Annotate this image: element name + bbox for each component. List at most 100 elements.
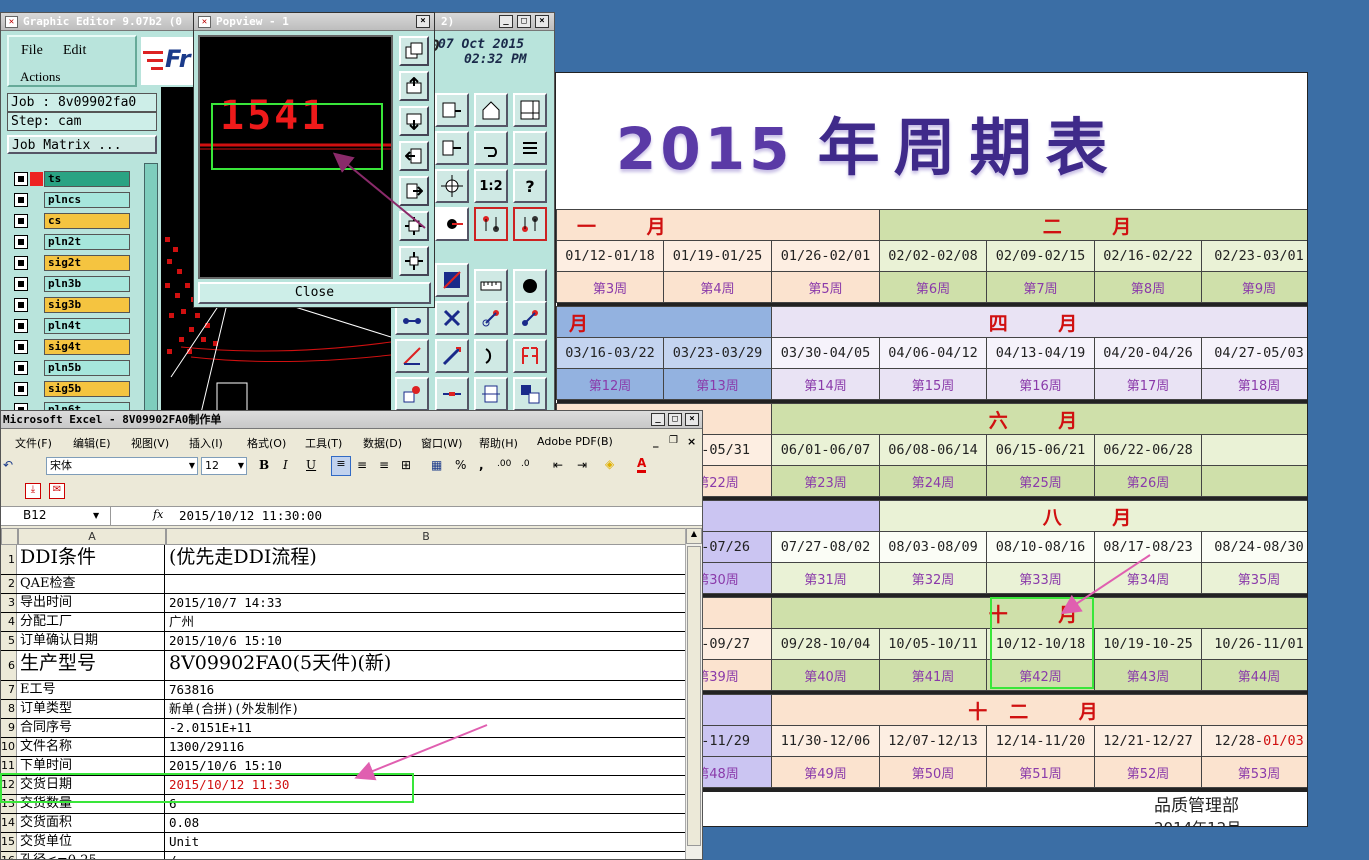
layer-name[interactable]: pln5b: [44, 360, 130, 376]
table-row[interactable]: 6 生产型号 8V09902FA0(5天件)(新): [1, 651, 686, 681]
layer-row[interactable]: sig4t: [10, 338, 134, 356]
cell-a[interactable]: 导出时间: [18, 594, 165, 612]
menu-window[interactable]: 窗口(W): [421, 435, 462, 451]
formula-input[interactable]: 2015/10/12 11:30:00: [179, 508, 322, 523]
cell-b[interactable]: 2015/10/6 15:10: [166, 632, 686, 650]
scroll-thumb[interactable]: [687, 546, 701, 846]
fx-icon[interactable]: fx: [153, 508, 163, 521]
table-row[interactable]: 7 E工号 763816: [1, 681, 686, 700]
layer-name[interactable]: plncs: [44, 192, 130, 208]
grid-tool-icon[interactable]: [513, 93, 547, 127]
decrease-decimal-icon[interactable]: .0: [521, 459, 530, 469]
draw-rect-tool-icon[interactable]: [435, 263, 469, 297]
row-number[interactable]: 8: [1, 700, 17, 718]
row-number[interactable]: 5: [1, 632, 17, 650]
table-row[interactable]: 10 文件名称 1300/29116: [1, 738, 686, 757]
font-color-icon[interactable]: A: [637, 456, 647, 473]
cell-a[interactable]: 合同序号: [18, 719, 165, 737]
cell-b[interactable]: Unit: [166, 833, 686, 851]
cell-b[interactable]: 新单(合拼)(外发制作): [166, 700, 686, 718]
layer-row[interactable]: cs: [10, 212, 134, 230]
cell-a[interactable]: 孔径<=0.25: [18, 852, 165, 859]
table-row[interactable]: 1 DDI条件 (优先走DDI流程): [1, 545, 686, 575]
menu-help[interactable]: 帮助(H): [479, 435, 518, 451]
align-right-icon[interactable]: ≡: [379, 458, 389, 472]
row-number[interactable]: 3: [1, 594, 17, 612]
menu-edit[interactable]: Edit: [63, 43, 86, 59]
cell-b[interactable]: (优先走DDI流程): [166, 545, 686, 574]
close-icon[interactable]: ×: [685, 413, 699, 426]
layer-name[interactable]: pln2t: [44, 234, 130, 250]
layer-row[interactable]: sig2t: [10, 254, 134, 272]
cell-a[interactable]: DDI条件: [18, 545, 165, 574]
currency-icon[interactable]: ▦: [431, 458, 442, 472]
row-number[interactable]: 4: [1, 613, 17, 631]
cell-b[interactable]: -2.0151E+11: [166, 719, 686, 737]
italic-icon[interactable]: I: [283, 458, 288, 472]
measure-tool-icon[interactable]: [435, 377, 469, 411]
layer-name[interactable]: sig3b: [44, 297, 130, 313]
layer-row[interactable]: pln4t: [10, 317, 134, 335]
menu-data[interactable]: 数据(D): [363, 435, 402, 451]
undo-icon[interactable]: ↶: [3, 458, 13, 472]
increase-indent-icon[interactable]: ⇥: [577, 458, 587, 472]
increase-decimal-icon[interactable]: .00: [497, 459, 511, 469]
table-row[interactable]: 15 交货单位 Unit: [1, 833, 686, 852]
menu-tools[interactable]: 工具(T): [305, 435, 342, 451]
underline-icon[interactable]: U: [306, 458, 316, 472]
delete-tool-icon[interactable]: [435, 301, 469, 335]
cell-a[interactable]: 生产型号: [18, 651, 165, 680]
group-tool-icon[interactable]: [513, 377, 547, 411]
comma-icon[interactable]: ,: [479, 458, 484, 472]
table-row[interactable]: 16孔径<=0.25/: [1, 852, 686, 859]
table-row[interactable]: 3 导出时间 2015/10/7 14:33: [1, 594, 686, 613]
cell-b[interactable]: 8V09902FA0(5天件)(新): [166, 651, 686, 680]
help-tool-icon[interactable]: ?: [513, 169, 547, 203]
cell-b[interactable]: 2015/10/7 14:33: [166, 594, 686, 612]
table-row[interactable]: 14 交货面积 0.08: [1, 814, 686, 833]
align-left-icon[interactable]: ≡: [331, 456, 351, 476]
cell-b[interactable]: 763816: [166, 681, 686, 699]
node-tool-icon[interactable]: [435, 207, 469, 241]
cell-a[interactable]: 订单类型: [18, 700, 165, 718]
cell-a[interactable]: 订单确认日期: [18, 632, 165, 650]
close-icon[interactable]: ×: [535, 15, 549, 28]
job-matrix-button[interactable]: Job Matrix ...: [7, 135, 157, 154]
name-box[interactable]: B12 ▼: [1, 507, 111, 525]
table-row[interactable]: 8 订单类型 新单(合拼)(外发制作): [1, 700, 686, 719]
row-number[interactable]: 14: [1, 814, 17, 832]
undo-tool-icon[interactable]: [474, 131, 508, 165]
excel-titlebar[interactable]: Microsoft Excel - 8V09902FA0制作单 _ □ ×: [1, 411, 702, 429]
row-number[interactable]: 9: [1, 719, 17, 737]
select-tool-icon[interactable]: [395, 377, 429, 411]
popview-pan-icon[interactable]: [399, 246, 429, 276]
menu-file[interactable]: File: [21, 43, 43, 59]
layer-name[interactable]: cs: [44, 213, 130, 229]
table-row[interactable]: 9 合同序号 -2.0151E+11: [1, 719, 686, 738]
popview-up-icon[interactable]: [399, 71, 429, 101]
doc-minimize-icon[interactable]: _: [653, 435, 659, 448]
popview-down-icon[interactable]: [399, 106, 429, 136]
doc-restore-icon[interactable]: ❐: [669, 435, 678, 446]
popview-left-icon[interactable]: [399, 141, 429, 171]
popview-close-button[interactable]: Close: [198, 282, 431, 304]
route-alt-tool-icon[interactable]: [513, 301, 547, 335]
cell-a[interactable]: 交货单位: [18, 833, 165, 851]
spreadsheet-grid[interactable]: A B 1 DDI条件 (优先走DDI流程) 2 QAE检查 3 导出时间 2015/10/7…: [1, 528, 686, 859]
row-number[interactable]: 10: [1, 738, 17, 756]
layer-name[interactable]: sig2t: [44, 255, 130, 271]
cell-b[interactable]: 广州: [166, 613, 686, 631]
cell-a[interactable]: 文件名称: [18, 738, 165, 756]
cell-a[interactable]: QAE检查: [18, 575, 165, 593]
maximize-icon[interactable]: □: [517, 15, 531, 28]
popview-screen[interactable]: 1541: [198, 35, 393, 279]
pdf-convert-icon[interactable]: ⤓: [25, 483, 41, 499]
row-number[interactable]: 15: [1, 833, 17, 851]
row-number[interactable]: 1: [1, 545, 17, 574]
scale-one-to-two-tool-icon[interactable]: 1:2: [474, 169, 508, 203]
menu-edit[interactable]: 编辑(E): [73, 435, 111, 451]
layer-row[interactable]: ts: [10, 170, 134, 188]
scroll-up-icon[interactable]: ▲: [686, 528, 702, 544]
popview-titlebar[interactable]: ✕ Popview - 1 ×: [194, 13, 434, 31]
flip-tool-icon[interactable]: [513, 339, 547, 373]
